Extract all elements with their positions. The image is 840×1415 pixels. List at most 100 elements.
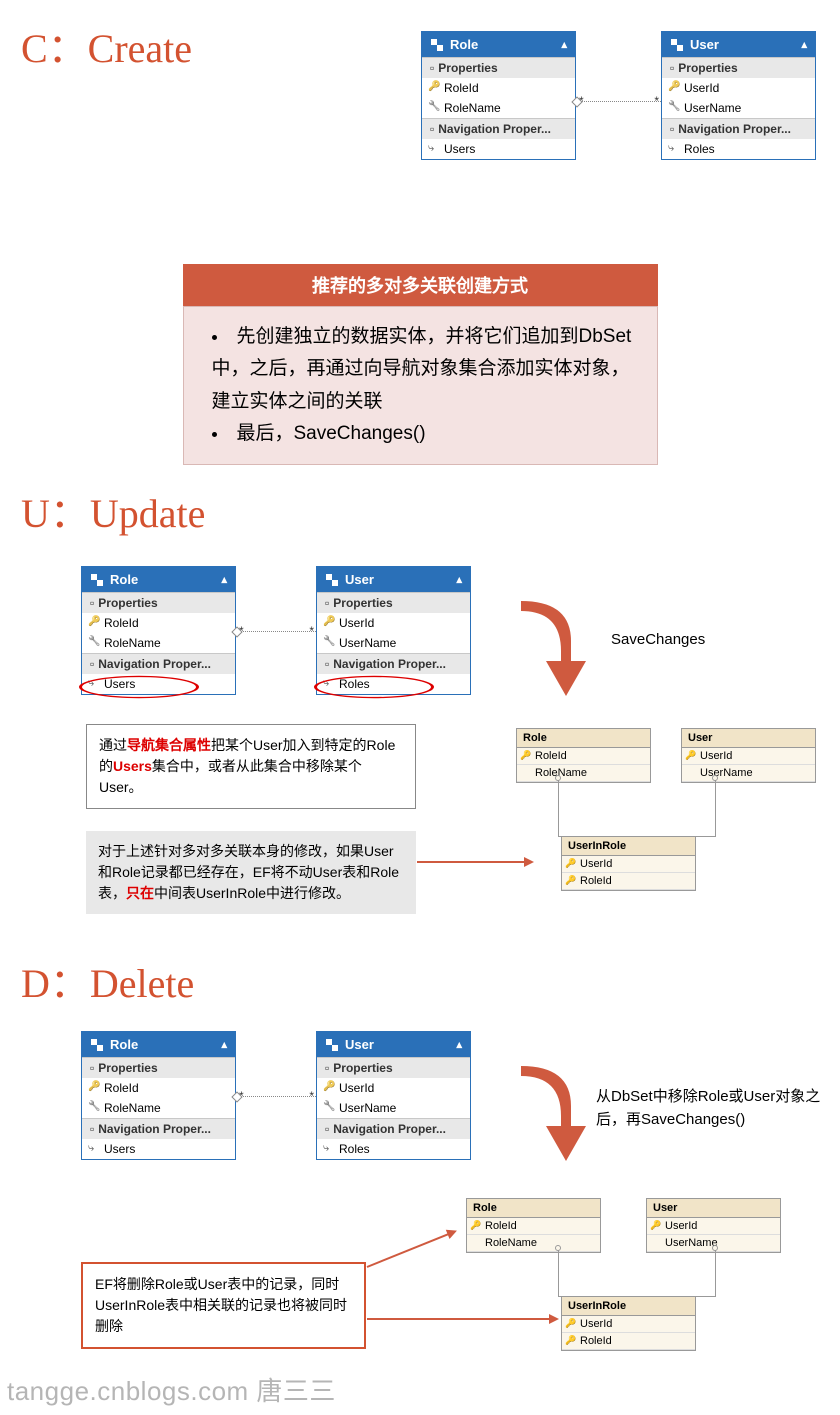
nav-roles: Roles: [662, 139, 815, 159]
chevron-up-icon: ▴: [221, 573, 227, 586]
db-connector: [558, 1248, 559, 1296]
textbox-nav-explanation: 通过导航集合属性把某个User加入到特定的Role的Users集合中，或者从此集…: [86, 724, 416, 809]
entity-name: User: [690, 37, 719, 52]
db-header: UserInRole: [562, 1297, 695, 1316]
callout-header: 推荐的多对多关联创建方式: [183, 264, 658, 306]
db-col: RoleId: [562, 1333, 695, 1350]
db-connector-end: [555, 1245, 561, 1251]
big-arrow-icon: [511, 601, 591, 701]
db-connector: [558, 836, 578, 837]
db-col: RoleId: [517, 748, 650, 765]
properties-section: ▫Properties: [82, 592, 235, 613]
db-header: User: [647, 1199, 780, 1218]
properties-section: ▫Properties: [82, 1057, 235, 1078]
entity-header: User ▴: [317, 1032, 470, 1057]
slide-create: C：Create Role ▴ ▫Properties RoleId RoleN…: [0, 0, 840, 465]
textbox-junction-note: 对于上述针对多对多关联本身的修改，如果User和Role记录都已经存在，EF将不…: [86, 831, 416, 914]
callout-item-1: 先创建独立的数据实体，并将它们追加到DbSet中，之后，再通过向导航对象集合添加…: [212, 321, 639, 418]
db-header: User: [682, 729, 815, 748]
entity-header: Role ▴: [82, 1032, 235, 1057]
prop-rolename: RoleName: [422, 98, 575, 118]
textbox-delete-note: EF将删除Role或User表中的记录，同时UserInRole表中相关联的记录…: [81, 1262, 366, 1349]
db-table-role: Role RoleId RoleName: [466, 1198, 601, 1253]
thin-arrow-icon: [367, 1230, 456, 1267]
callout-item-2: 最后，SaveChanges(): [212, 418, 639, 450]
chevron-up-icon: ▴: [456, 1038, 462, 1051]
db-connector: [696, 1296, 716, 1297]
chevron-up-icon: ▴: [456, 573, 462, 586]
prop-rolename: RoleName: [82, 1098, 235, 1118]
entity-name: Role: [110, 572, 138, 587]
chevron-up-icon: ▴: [561, 38, 567, 51]
properties-section: ▫Properties: [317, 592, 470, 613]
entity-role: Role ▴ ▫Properties RoleId RoleName ▫Navi…: [81, 1031, 236, 1160]
entity-name: User: [345, 1037, 374, 1052]
entity-header: User ▴: [317, 567, 470, 592]
prop-userid: UserId: [317, 613, 470, 633]
prop-username: UserName: [317, 633, 470, 653]
watermark: tangge.cnblogs.com 唐三三: [7, 1371, 336, 1408]
savechanges-label: SaveChanges: [611, 631, 705, 648]
callout-body: 先创建独立的数据实体，并将它们追加到DbSet中，之后，再通过向导航对象集合添加…: [183, 306, 658, 465]
nav-section: ▫Navigation Proper...: [317, 653, 470, 674]
db-col: UserName: [682, 765, 815, 782]
callout-box: 推荐的多对多关联创建方式 先创建独立的数据实体，并将它们追加到DbSet中，之后…: [183, 264, 658, 465]
prop-userid: UserId: [662, 78, 815, 98]
slide-title-delete: D：Delete: [21, 951, 829, 1009]
slide-title-update: U：Update: [21, 481, 829, 539]
nav-users: Users: [82, 674, 235, 694]
thin-arrow-icon: [367, 1318, 557, 1320]
prop-userid: UserId: [317, 1078, 470, 1098]
db-col: UserId: [647, 1218, 780, 1235]
entity-role: Role ▴ ▫Properties RoleId RoleName ▫Navi…: [421, 31, 576, 160]
db-header: Role: [467, 1199, 600, 1218]
entity-user: User ▴ ▫Properties UserId UserName ▫Navi…: [316, 566, 471, 695]
db-connector: [558, 778, 559, 836]
prop-roleid: RoleId: [82, 1078, 235, 1098]
entity-header: Role ▴: [82, 567, 235, 592]
db-col: RoleId: [562, 873, 695, 890]
entity-user: User ▴ ▫Properties UserId UserName ▫Navi…: [316, 1031, 471, 1160]
entity-name: User: [345, 572, 374, 587]
db-col: RoleName: [517, 765, 650, 782]
nav-roles: Roles: [317, 1139, 470, 1159]
db-connector: [558, 1296, 578, 1297]
db-header: UserInRole: [562, 837, 695, 856]
nav-section: ▫Navigation Proper...: [82, 1118, 235, 1139]
db-col: RoleName: [467, 1235, 600, 1252]
entity-header: User ▴: [662, 32, 815, 57]
chevron-up-icon: ▴: [221, 1038, 227, 1051]
db-table-junction: UserInRole UserId RoleId: [561, 836, 696, 891]
connector: [237, 1096, 316, 1097]
prop-username: UserName: [317, 1098, 470, 1118]
db-col: UserId: [562, 856, 695, 873]
connector: [237, 631, 316, 632]
properties-section: ▫Properties: [317, 1057, 470, 1078]
db-connector: [715, 778, 716, 836]
prop-roleid: RoleId: [422, 78, 575, 98]
nav-section: ▫Navigation Proper...: [82, 653, 235, 674]
slide-delete: D：Delete Role ▴ ▫Properties RoleId RoleN…: [0, 935, 840, 1415]
thin-arrow-icon: [417, 861, 532, 863]
nav-section: ▫Navigation Proper...: [317, 1118, 470, 1139]
big-arrow-icon: [511, 1066, 591, 1166]
db-connector-end: [555, 775, 561, 781]
db-table-user: User UserId UserName: [681, 728, 816, 783]
properties-section: ▫Properties: [662, 57, 815, 78]
connector: [577, 101, 661, 102]
db-table-junction: UserInRole UserId RoleId: [561, 1296, 696, 1351]
nav-section: ▫Navigation Proper...: [662, 118, 815, 139]
db-col: UserId: [562, 1316, 695, 1333]
entity-user: User ▴ ▫Properties UserId UserName ▫Navi…: [661, 31, 816, 160]
properties-section: ▫Properties: [422, 57, 575, 78]
entity-role: Role ▴ ▫Properties RoleId RoleName ▫Navi…: [81, 566, 236, 695]
db-connector-end: [712, 1245, 718, 1251]
db-header: Role: [517, 729, 650, 748]
nav-section: ▫Navigation Proper...: [422, 118, 575, 139]
db-table-role: Role RoleId RoleName: [516, 728, 651, 783]
side-text: 从DbSet中移除Role或User对象之后，再SaveChanges(): [596, 1086, 831, 1131]
db-col: RoleId: [467, 1218, 600, 1235]
slide-update: U：Update Role ▴ ▫Properties RoleId RoleN…: [0, 465, 840, 935]
nav-users: Users: [82, 1139, 235, 1159]
db-connector-end: [712, 775, 718, 781]
